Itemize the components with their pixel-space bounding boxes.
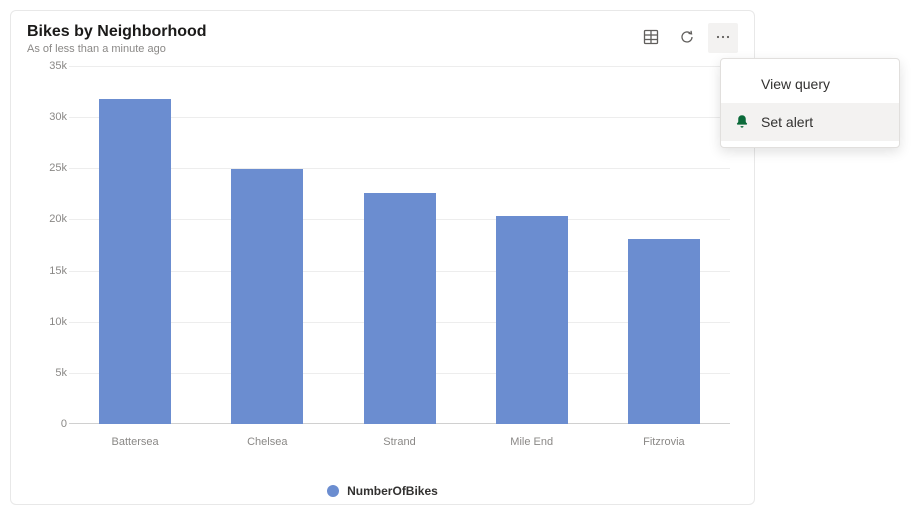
- card-title: Bikes by Neighborhood: [27, 23, 207, 41]
- y-tick-label: 25k: [27, 162, 67, 174]
- legend-label: NumberOfBikes: [347, 484, 438, 498]
- menu-item-set-alert[interactable]: Set alert: [721, 103, 899, 141]
- card-subtitle: As of less than a minute ago: [27, 43, 207, 55]
- refresh-icon: [679, 29, 695, 48]
- chart-card: Bikes by Neighborhood As of less than a …: [10, 10, 755, 505]
- y-tick-label: 20k: [27, 213, 67, 225]
- y-tick-label: 5k: [27, 367, 67, 379]
- menu-item-view-query[interactable]: View query: [721, 65, 899, 103]
- grid-line: [69, 66, 730, 67]
- y-tick-label: 15k: [27, 265, 67, 277]
- header-actions: [636, 23, 738, 53]
- bell-icon: [733, 113, 751, 131]
- y-tick-label: 10k: [27, 316, 67, 328]
- card-header: Bikes by Neighborhood As of less than a …: [27, 23, 738, 55]
- y-tick-label: 35k: [27, 60, 67, 72]
- chart-area: BatterseaChelseaStrandMile EndFitzrovia …: [27, 66, 738, 456]
- table-view-button[interactable]: [636, 23, 666, 53]
- table-icon: [643, 29, 659, 48]
- bar[interactable]: [99, 99, 171, 424]
- more-options-menu: View query Set alert: [720, 58, 900, 148]
- legend-swatch: [327, 485, 339, 497]
- title-block: Bikes by Neighborhood As of less than a …: [27, 23, 207, 55]
- menu-item-label: View query: [761, 76, 830, 92]
- x-tick-label: Chelsea: [247, 436, 287, 448]
- refresh-button[interactable]: [672, 23, 702, 53]
- x-tick-label: Fitzrovia: [643, 436, 685, 448]
- x-tick-label: Mile End: [510, 436, 553, 448]
- bar[interactable]: [364, 193, 436, 424]
- plot-area: BatterseaChelseaStrandMile EndFitzrovia: [69, 66, 730, 424]
- bar[interactable]: [628, 239, 700, 424]
- legend: NumberOfBikes: [11, 484, 754, 498]
- x-tick-label: Battersea: [112, 436, 159, 448]
- y-tick-label: 30k: [27, 111, 67, 123]
- y-tick-label: 0: [27, 418, 67, 430]
- more-options-button[interactable]: [708, 23, 738, 53]
- x-tick-label: Strand: [383, 436, 415, 448]
- menu-item-label: Set alert: [761, 114, 813, 130]
- bar[interactable]: [231, 169, 303, 424]
- bar[interactable]: [496, 216, 568, 424]
- more-icon: [715, 29, 731, 48]
